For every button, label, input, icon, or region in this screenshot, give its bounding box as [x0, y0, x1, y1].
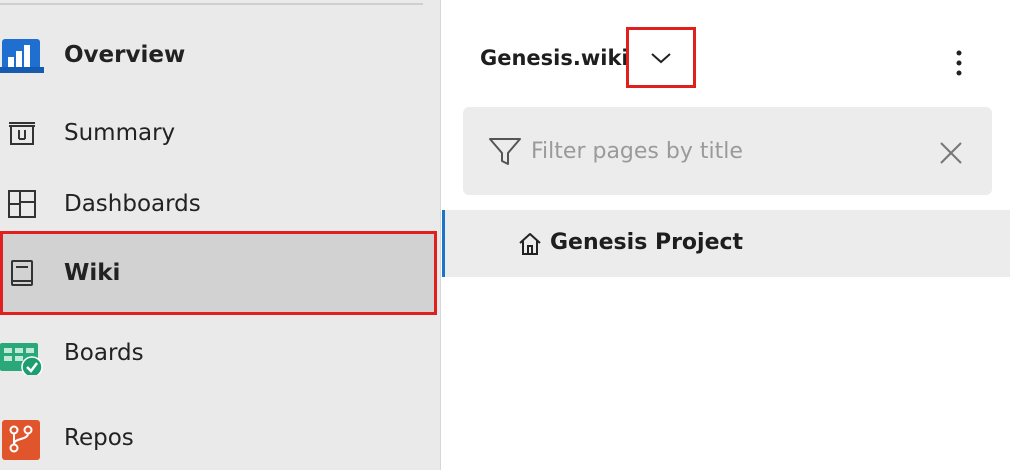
more-vertical-icon: [956, 50, 962, 76]
wiki-page-row[interactable]: Genesis Project: [442, 210, 1010, 277]
sidebar-item-boards[interactable]: Boards: [0, 318, 441, 388]
sidebar-item-label: Overview: [64, 42, 186, 68]
sidebar-item-label: Summary: [64, 120, 176, 146]
sidebar-item-overview[interactable]: Overview: [0, 20, 441, 90]
sidebar: Overview Summary Dashboards Wiki Boards …: [0, 0, 441, 470]
wiki-page-label: Genesis Project: [550, 230, 744, 255]
sidebar-divider: [0, 3, 423, 5]
close-icon[interactable]: [937, 139, 965, 167]
filter-pages-box: [463, 107, 992, 195]
sidebar-item-wiki[interactable]: Wiki: [0, 231, 437, 315]
sidebar-item-dashboards[interactable]: Dashboards: [0, 169, 441, 239]
chevron-down-icon: [651, 52, 671, 63]
sidebar-item-label: Wiki: [64, 260, 121, 286]
sidebar-item-repos[interactable]: Repos: [0, 403, 441, 470]
home-icon: [519, 233, 541, 255]
wiki-icon: [0, 251, 44, 295]
dashboards-icon: [0, 182, 44, 226]
sidebar-item-summary[interactable]: Summary: [0, 98, 441, 168]
wiki-title[interactable]: Genesis.wiki: [480, 46, 629, 70]
wiki-pane: Genesis.wiki Genesis Project: [442, 0, 1024, 470]
filter-pages-input[interactable]: [531, 133, 911, 169]
filter-icon: [489, 138, 521, 165]
wiki-selector-dropdown[interactable]: [626, 27, 696, 88]
sidebar-item-label: Repos: [64, 425, 134, 451]
overview-icon: [0, 33, 44, 77]
repos-icon: [0, 416, 44, 460]
summary-icon: [0, 111, 44, 155]
sidebar-item-label: Dashboards: [64, 191, 201, 217]
sidebar-item-label: Boards: [64, 340, 144, 366]
more-actions-button[interactable]: [944, 46, 974, 80]
boards-icon: [0, 331, 44, 375]
